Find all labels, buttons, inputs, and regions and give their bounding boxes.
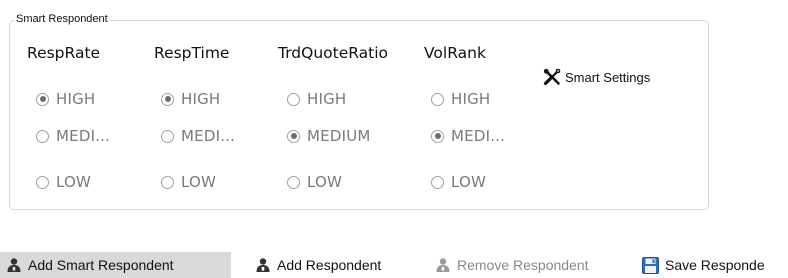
radio-label: HIGH (307, 90, 347, 108)
radio-label: MEDI... (451, 127, 506, 145)
resprate-header: RespRate (27, 44, 101, 62)
radio-button[interactable] (431, 129, 444, 143)
radio-button[interactable] (431, 92, 444, 106)
user-add-icon (6, 257, 22, 273)
groupbox-title: Smart Respondent (15, 12, 110, 26)
add-respondent-button[interactable]: Add Respondent (249, 252, 381, 278)
radio-label: HIGH (181, 90, 221, 108)
radio-button[interactable] (287, 92, 300, 106)
radio-button[interactable] (161, 129, 174, 143)
trdquoteratio-column: TrdQuoteRatio (278, 42, 388, 64)
resptime-header: RespTime (154, 44, 230, 62)
resprate-column: RespRate (27, 42, 100, 64)
radio-button[interactable] (161, 92, 174, 106)
radio-label: LOW (307, 173, 343, 191)
radio-button[interactable] (36, 175, 49, 189)
volrank-header: VolRank (424, 44, 486, 62)
trdquoteratio-header: TrdQuoteRatio (278, 44, 389, 62)
volrank-column: VolRank (424, 42, 486, 64)
remove-respondent-label: Remove Respondent (457, 257, 589, 273)
radio-button[interactable] (161, 175, 174, 189)
radio-label: LOW (451, 173, 487, 191)
user-remove-icon (435, 257, 451, 273)
smart-settings-label: Smart Settings (565, 69, 651, 85)
save-respondent-label: Save Responde (665, 257, 765, 273)
radio-label: HIGH (451, 90, 491, 108)
radio-button[interactable] (36, 92, 49, 106)
save-respondent-button[interactable]: Save Responde (636, 252, 765, 278)
radio-label: MEDI... (181, 127, 236, 145)
save-disk-icon (642, 256, 659, 274)
radio-button[interactable] (287, 129, 300, 143)
add-respondent-label: Add Respondent (277, 257, 382, 273)
resptime-column: RespTime (154, 42, 229, 64)
add-smart-respondent-label: Add Smart Respondent (28, 257, 174, 273)
radio-button[interactable] (431, 175, 444, 189)
user-add-icon (255, 257, 271, 273)
wrench-screwdriver-icon (543, 68, 561, 86)
radio-button[interactable] (287, 175, 300, 189)
radio-button[interactable] (36, 129, 49, 143)
add-smart-respondent-button[interactable]: Add Smart Respondent (0, 252, 231, 278)
respondent-toolbar: Add Smart Respondent Add Respondent Remo… (0, 252, 788, 278)
remove-respondent-button[interactable]: Remove Respondent (429, 252, 589, 278)
smart-settings-button[interactable]: Smart Settings (543, 68, 650, 86)
radio-label: LOW (56, 173, 92, 191)
radio-label: MEDIUM (307, 127, 371, 145)
radio-label: MEDI... (56, 127, 111, 145)
radio-label: HIGH (56, 90, 96, 108)
radio-label: LOW (181, 173, 217, 191)
